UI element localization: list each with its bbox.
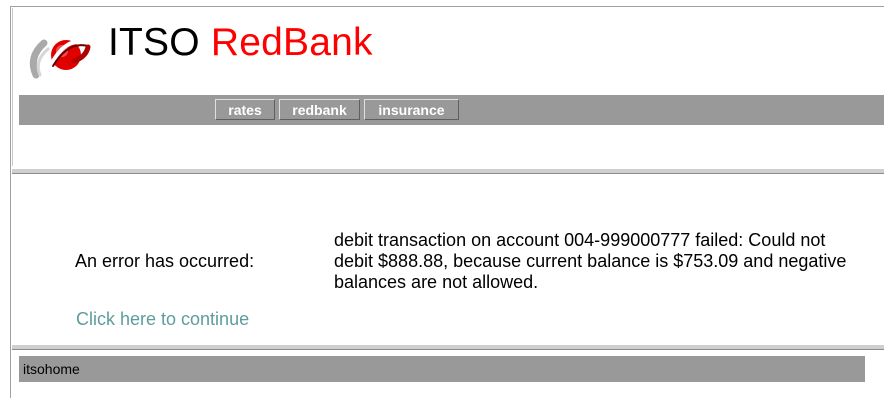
itso-redbank-logo-icon [22,17,102,81]
brand-name: RedBank [210,21,373,64]
nav-item-redbank[interactable]: redbank [279,99,360,120]
app-brand-title: ITSO RedBank [108,19,373,67]
top-nav-bar: rates redbank insurance [19,95,884,125]
error-message: debit transaction on account 004-9990007… [334,230,847,292]
nav-item-rates[interactable]: rates [215,99,275,120]
footer-divider-shadow [12,349,884,350]
footer-bar: itsohome [19,356,865,382]
brand-prefix: ITSO [108,21,200,64]
footer-link-itsohome[interactable]: itsohome [23,356,80,382]
header-divider-shadow [12,173,884,174]
nav-item-insurance[interactable]: insurance [364,99,459,120]
error-label: An error has occurred: [75,251,255,271]
continue-link[interactable]: Click here to continue [76,308,249,330]
